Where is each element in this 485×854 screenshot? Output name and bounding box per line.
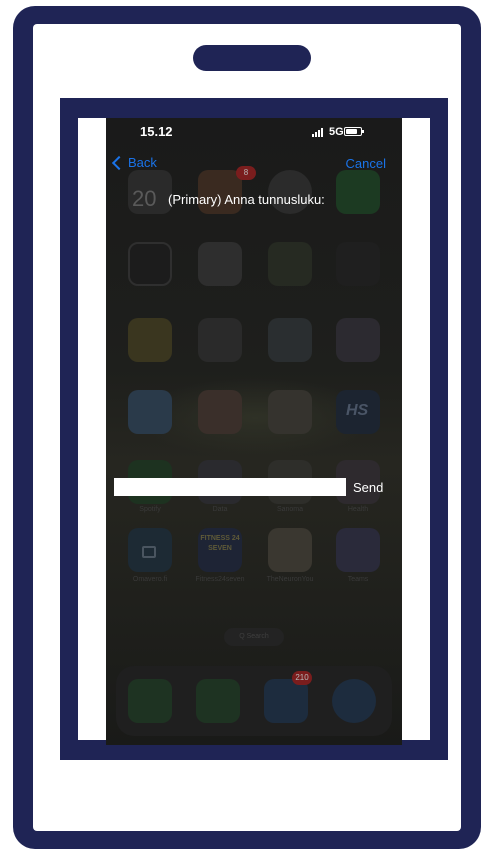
status-time: 15.12 — [140, 124, 173, 139]
app-label-spotify: Spotify — [139, 506, 161, 513]
fitness24seven-app-icon: FITNESS 24 SEVEN — [198, 528, 242, 572]
maps-app-icon — [198, 242, 242, 286]
fitness-logo-text: FITNESS 24 SEVEN — [200, 535, 240, 552]
app-label-data: Data — [212, 506, 228, 513]
dock: 210 — [116, 666, 392, 736]
neuron-app-icon — [268, 528, 312, 572]
device-speaker — [193, 45, 311, 71]
clock-app-icon — [128, 242, 172, 286]
signal-strength-icon — [312, 127, 326, 137]
hs-label: HS — [346, 402, 369, 419]
folder-app-icon-5 — [128, 390, 172, 434]
teams-app-icon — [336, 528, 380, 572]
calendar-app-icon: 20 — [128, 170, 172, 214]
folder-app-icon-3 — [268, 318, 312, 362]
calendar-day: 20 — [132, 186, 157, 211]
app-label-neuron: TheNeuronYou — [266, 576, 314, 583]
home-search-pill: Q Search — [224, 628, 284, 646]
pin-input-row: Send — [114, 478, 402, 498]
lock-icon — [142, 546, 156, 558]
notes-app-icon — [128, 318, 172, 362]
phone-app-icon — [128, 679, 172, 723]
folder-app-icon — [268, 242, 312, 286]
back-label: Back — [128, 155, 157, 170]
safari-app-icon — [332, 679, 376, 723]
pin-input[interactable] — [114, 478, 346, 496]
folder-app-icon-2 — [198, 318, 242, 362]
folder-app-icon-4 — [336, 318, 380, 362]
photos-badge: 8 — [236, 166, 256, 180]
mail-app-icon — [264, 679, 308, 723]
status-bar: 15.12 5G — [106, 118, 402, 148]
folder-app-icon-6 — [198, 390, 242, 434]
app-label-health: Health — [347, 506, 369, 513]
mail-badge: 210 — [292, 671, 312, 685]
battery-icon — [344, 127, 364, 136]
hs-app-icon: HS — [336, 390, 380, 434]
chevron-left-icon — [111, 155, 127, 170]
messages-app-icon — [196, 679, 240, 723]
app-label-teams: Teams — [347, 576, 369, 583]
app-label-fitness: Fitness24seven — [195, 576, 245, 583]
back-button[interactable]: Back — [111, 155, 157, 170]
pin-prompt: (Primary) Anna tunnusluku: — [168, 192, 325, 207]
phone-screen: 20 8 HS Spotify Data Sanoma Health FITNE… — [106, 118, 402, 745]
send-button[interactable]: Send — [353, 480, 383, 495]
app-label-sanoma: Sanoma — [276, 506, 304, 513]
whatsapp-app-icon — [336, 170, 380, 214]
calculator-app-icon — [336, 242, 380, 286]
network-type: 5G — [329, 126, 344, 138]
omavero-app-icon — [128, 528, 172, 572]
folder-app-icon-7 — [268, 390, 312, 434]
app-label-omavero: Omavero.fi — [132, 576, 168, 583]
cancel-button[interactable]: Cancel — [346, 156, 386, 171]
